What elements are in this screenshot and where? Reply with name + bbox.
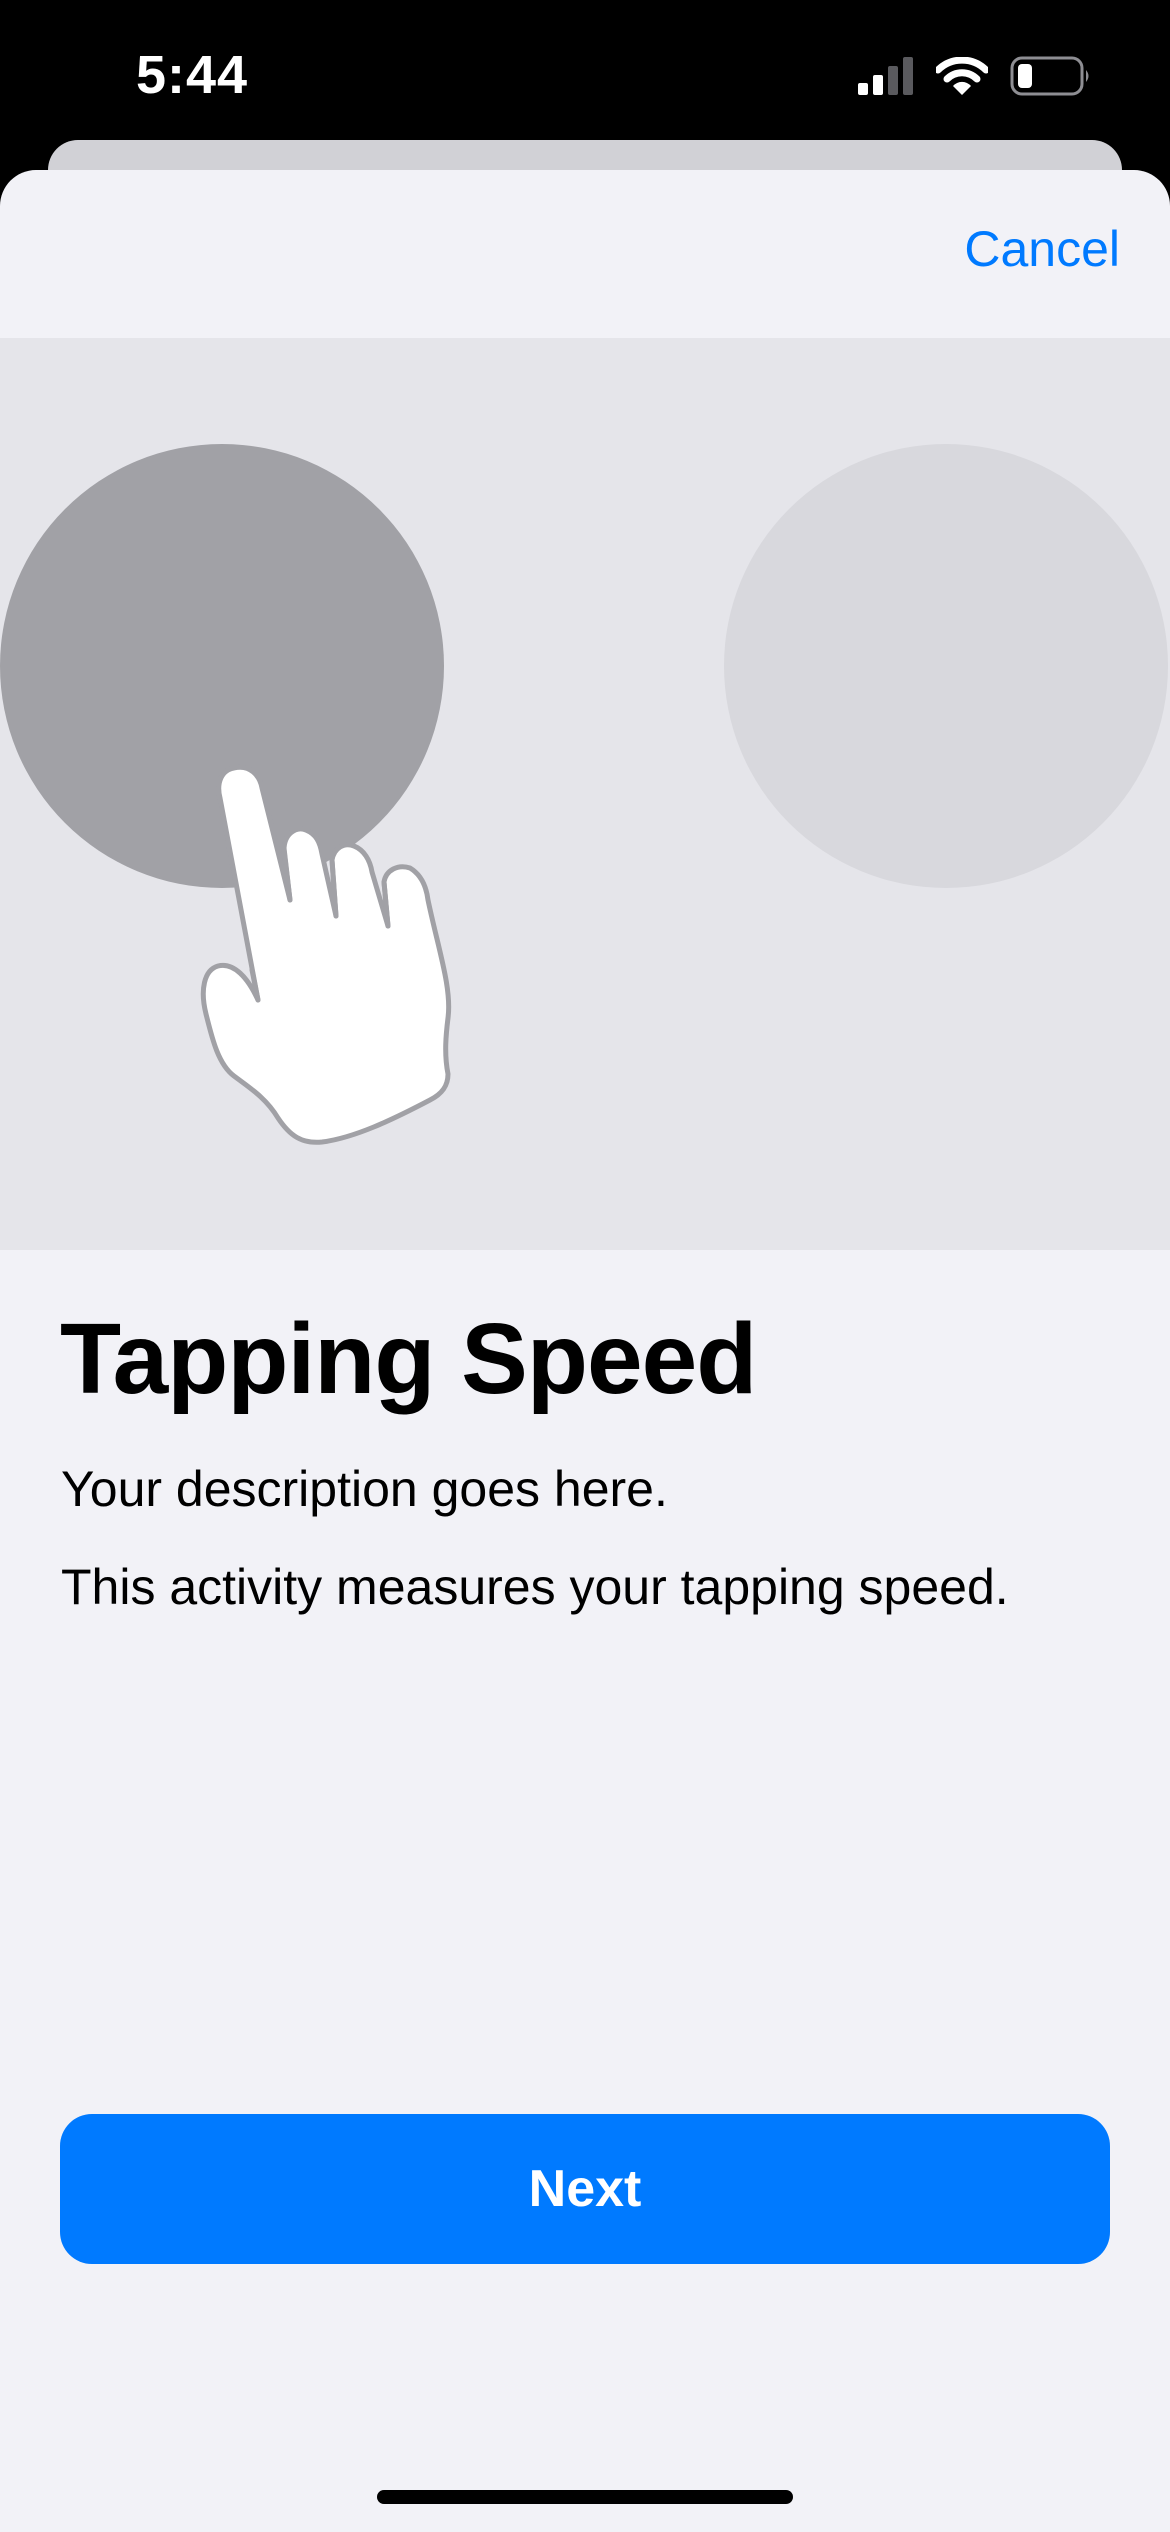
status-time: 5:44 [136,45,249,105]
cellular-signal-icon [858,56,914,100]
page-title: Tapping Speed [60,1303,757,1415]
tap-target-right-icon [724,444,1168,888]
status-icons [858,56,1092,100]
modal-sheet: Cancel Tapping Speed Your description go… [0,170,1170,2532]
status-bar: 5:44 [0,0,1170,140]
activity-detail-text: This activity measures your tapping spee… [61,1559,1009,1615]
tapping-illustration [0,338,1170,1250]
description-text: Your description goes here. [61,1461,668,1517]
next-button[interactable]: Next [60,2114,1110,2264]
home-indicator [377,2490,793,2504]
screen: 5:44 Cancel Tapping Speed Your descripti… [0,0,1170,2532]
wifi-icon [934,56,990,100]
battery-icon [1010,56,1092,101]
illustration-svg [0,444,1168,1145]
cancel-button[interactable]: Cancel [964,220,1120,278]
